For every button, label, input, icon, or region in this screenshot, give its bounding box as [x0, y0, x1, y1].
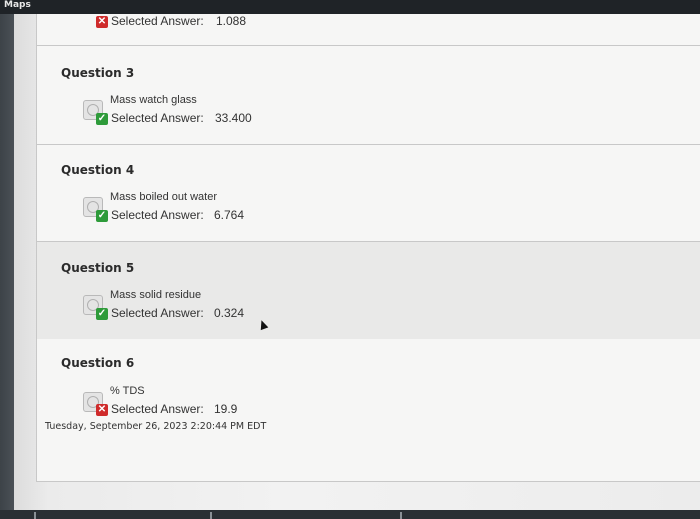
- question-title: Question 5: [61, 261, 135, 275]
- maps-label[interactable]: Maps: [4, 0, 31, 10]
- top-bar: Maps: [0, 0, 700, 14]
- selected-answer-label: Selected Answer:: [111, 306, 204, 320]
- submission-timestamp: Tuesday, September 26, 2023 2:20:44 PM E…: [45, 421, 267, 432]
- question-prompt: Mass boiled out water: [110, 191, 217, 203]
- question-card-5: Question 5 Mass solid residue ✓ Selected…: [36, 241, 700, 340]
- selected-answer-value: 33.400: [215, 111, 252, 125]
- question-prompt: Mass solid residue: [110, 289, 202, 301]
- x-icon: ✕: [96, 404, 108, 416]
- selected-answer-value: 6.764: [214, 208, 245, 222]
- selected-answer-label: Selected Answer:: [111, 208, 204, 222]
- bottom-bezel: [0, 510, 700, 519]
- question-card-3: Question 3 Mass watch glass ✓ Selected A…: [36, 46, 700, 145]
- check-icon: ✓: [96, 308, 108, 320]
- question-prompt: % TDS: [110, 385, 145, 397]
- left-bezel: [0, 14, 14, 519]
- selected-answer-value: 1.088: [216, 14, 247, 28]
- check-icon: ✓: [96, 113, 108, 125]
- question-card-prev: ✕ Selected Answer: 1.088: [36, 14, 700, 46]
- question-prompt: Mass watch glass: [110, 94, 197, 106]
- selected-answer-value: 0.324: [214, 306, 245, 320]
- check-icon: ✓: [96, 210, 108, 222]
- selected-answer-value: 19.9: [214, 402, 238, 416]
- selected-answer-label: Selected Answer:: [111, 111, 204, 125]
- selected-answer-label: Selected Answer:: [111, 402, 204, 416]
- question-title: Question 3: [61, 66, 135, 80]
- question-title: Question 6: [61, 356, 135, 370]
- question-card-4: Question 4 Mass boiled out water ✓ Selec…: [36, 145, 700, 242]
- selected-answer-label: Selected Answer:: [111, 14, 204, 28]
- question-title: Question 4: [61, 163, 135, 177]
- x-icon: ✕: [96, 16, 108, 28]
- question-card-6: Question 6 % TDS ✕ Selected Answer: 19.9…: [36, 339, 700, 482]
